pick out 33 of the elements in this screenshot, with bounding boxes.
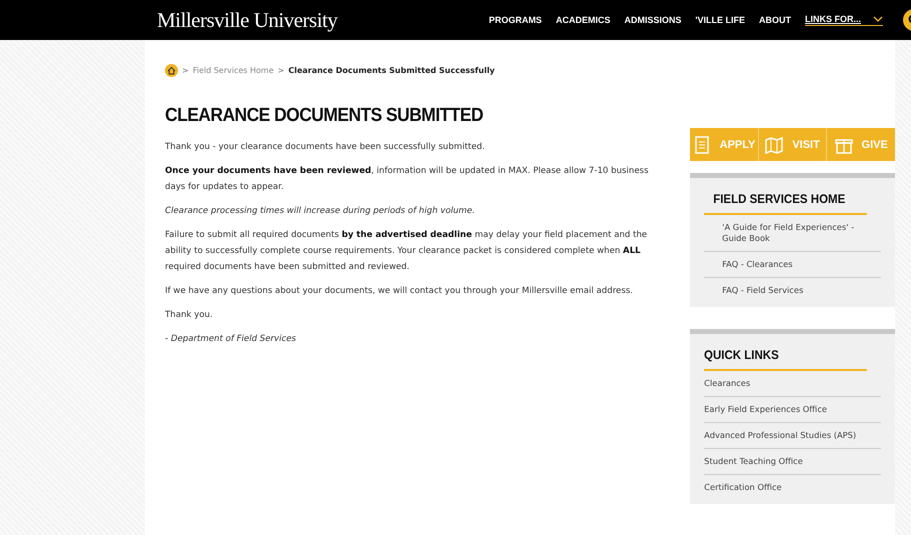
home-icon[interactable] xyxy=(165,64,178,77)
paragraph: If we have any questions about your documents, we will contact you through your Millersville email address. xyxy=(165,285,634,298)
form-icon xyxy=(692,136,711,154)
nav-link[interactable]: ABOUT xyxy=(759,15,791,25)
nav-link[interactable]: ADMISSIONS xyxy=(624,15,682,25)
map-icon xyxy=(765,136,784,154)
sidebar-link[interactable]: Clearances xyxy=(704,371,881,397)
site-logo[interactable]: Millersville University xyxy=(157,8,338,32)
nav-link[interactable]: ACADEMICS xyxy=(556,15,610,25)
sidebar-link[interactable]: Student Teaching Office xyxy=(704,449,881,475)
sidebar-link[interactable]: Advanced Professional Studies (APS) xyxy=(704,423,881,449)
sidebar-link[interactable]: FAQ - Field Services xyxy=(704,278,881,303)
paragraph: Thank you. xyxy=(165,309,214,322)
breadcrumb-link[interactable]: Field Services Home xyxy=(192,66,274,75)
nav-dropdown[interactable]: LINKS FOR... xyxy=(805,14,883,26)
breadcrumb-separator: > xyxy=(182,66,189,75)
breadcrumb-separator: > xyxy=(278,66,284,75)
sidebar-link[interactable]: Early Field Experiences Office xyxy=(704,397,881,423)
page-title: CLEARANCE DOCUMENTS SUBMITTED xyxy=(165,105,484,127)
sidebar-link[interactable]: Certification Office xyxy=(704,475,881,500)
paragraph: - Department of Field Services xyxy=(165,333,298,346)
sidebar-link[interactable]: 'A Guide for Field Experiences' - Guide Book xyxy=(704,215,881,252)
sidebar-link[interactable]: FAQ - Clearances xyxy=(704,252,881,278)
nav-link[interactable]: PROGRAMS xyxy=(488,15,542,25)
paragraph: Thank you - your clearance documents have been successfully submitted. xyxy=(165,141,486,154)
breadcrumb-current: Clearance Documents Submitted Successfully xyxy=(288,66,495,75)
paragraph: Once your documents have been reviewed, information will be updated in MAX. Please allow 7-10 business days for updates to appear. xyxy=(165,165,650,194)
paragraph: Clearance processing times will increase during periods of high volume. xyxy=(165,205,476,218)
caret-icon xyxy=(873,16,883,22)
paragraph: Failure to submit all required documents by the advertised deadline may delay your field placement and the ability to successfully complete course requirements. Your clearance packet is considered complete when ALL required documents have been submitted and reviewed. xyxy=(165,229,648,274)
panel-title: FIELD SERVICES HOME xyxy=(704,192,867,215)
nav-link[interactable]: 'VILLE LIFE xyxy=(695,15,745,25)
panel-title: QUICK LINKS xyxy=(704,348,867,371)
